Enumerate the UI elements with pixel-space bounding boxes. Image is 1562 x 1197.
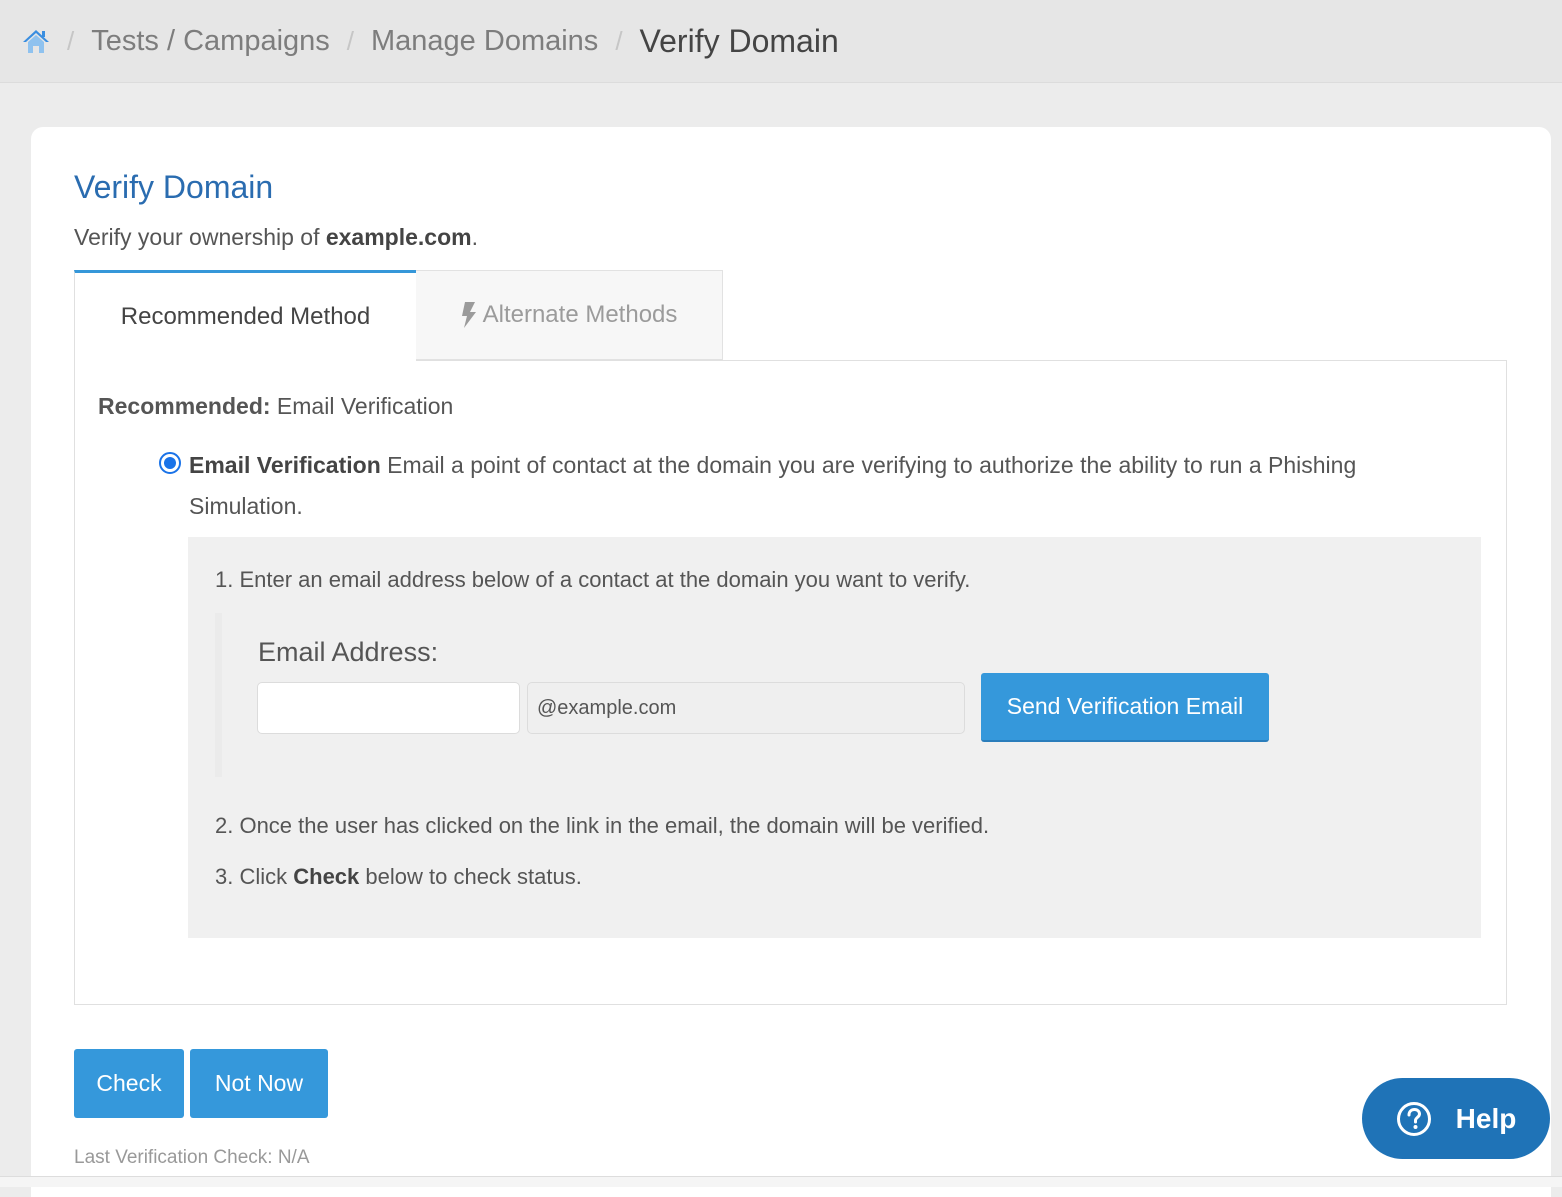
step-1: 1. Enter an email address below of a con… <box>215 567 971 592</box>
verification-steps: 1. Enter an email address below of a con… <box>188 537 1481 938</box>
recommended-method-panel: Recommended: Email Verification Email Ve… <box>74 360 1507 1005</box>
help-label: Help <box>1455 1102 1517 1134</box>
tab-label: Recommended Method <box>120 303 371 330</box>
recommended-label: Recommended: <box>98 393 271 419</box>
help-button[interactable]: Help <box>1362 1078 1550 1159</box>
method-tabs: Recommended Method Alternate Methods <box>74 270 723 361</box>
not-now-button[interactable]: Not Now <box>190 1049 328 1118</box>
email-verification-text: Email Verification Email a point of cont… <box>189 445 1399 527</box>
breadcrumb-manage-domains[interactable]: Manage Domains <box>371 25 598 58</box>
step-3-suffix: below to check status. <box>359 864 582 889</box>
breadcrumb-tests-campaigns[interactable]: Tests / Campaigns <box>91 25 330 58</box>
last-verification-check: Last Verification Check: N/A <box>74 1147 310 1168</box>
tab-label: Alternate Methods <box>482 301 678 328</box>
step-3-prefix: 3. Click <box>215 864 294 889</box>
email-local-part-input[interactable] <box>257 682 520 734</box>
email-verification-radio[interactable] <box>159 452 181 474</box>
step-3-bold: Check <box>293 864 360 889</box>
option-title: Email Verification <box>189 452 381 478</box>
question-circle-icon <box>1396 1101 1432 1137</box>
bolt-icon <box>461 302 477 328</box>
tab-recommended-method[interactable]: Recommended Method <box>74 270 416 361</box>
email-domain-suffix: @example.com <box>527 682 965 734</box>
step-3: 3. Click Check below to check status. <box>215 864 582 890</box>
page-title: Verify Domain <box>74 169 274 205</box>
breadcrumb-separator: / <box>346 25 355 56</box>
breadcrumb-bar: / Tests / Campaigns / Manage Domains / V… <box>0 0 1562 83</box>
recommended-line: Recommended: Email Verification <box>98 393 453 420</box>
breadcrumb-separator: / <box>615 25 623 56</box>
tab-alternate-methods[interactable]: Alternate Methods <box>416 270 723 360</box>
verify-domain-card: Verify Domain Verify your ownership of e… <box>31 127 1551 1197</box>
subtitle-domain: example.com <box>325 224 472 250</box>
recommended-value: Email Verification <box>270 393 454 419</box>
email-verification-option: Email Verification Email a point of cont… <box>159 445 1399 527</box>
check-button[interactable]: Check <box>74 1049 184 1118</box>
step-2: 2. Once the user has clicked on the link… <box>215 813 990 838</box>
page-subtitle: Verify your ownership of example.com. <box>74 224 478 251</box>
email-form: Email Address: @example.com Send Verific… <box>215 613 1315 777</box>
breadcrumb-current: Verify Domain <box>639 22 839 59</box>
bottom-bar <box>0 1176 1562 1187</box>
send-verification-email-button[interactable]: Send Verification Email <box>981 673 1269 742</box>
subtitle-suffix: . <box>471 224 478 250</box>
breadcrumb-separator: / <box>67 25 75 56</box>
email-address-label: Email Address: <box>258 637 439 667</box>
subtitle-prefix: Verify your ownership of <box>74 224 326 250</box>
home-icon[interactable] <box>22 28 50 54</box>
